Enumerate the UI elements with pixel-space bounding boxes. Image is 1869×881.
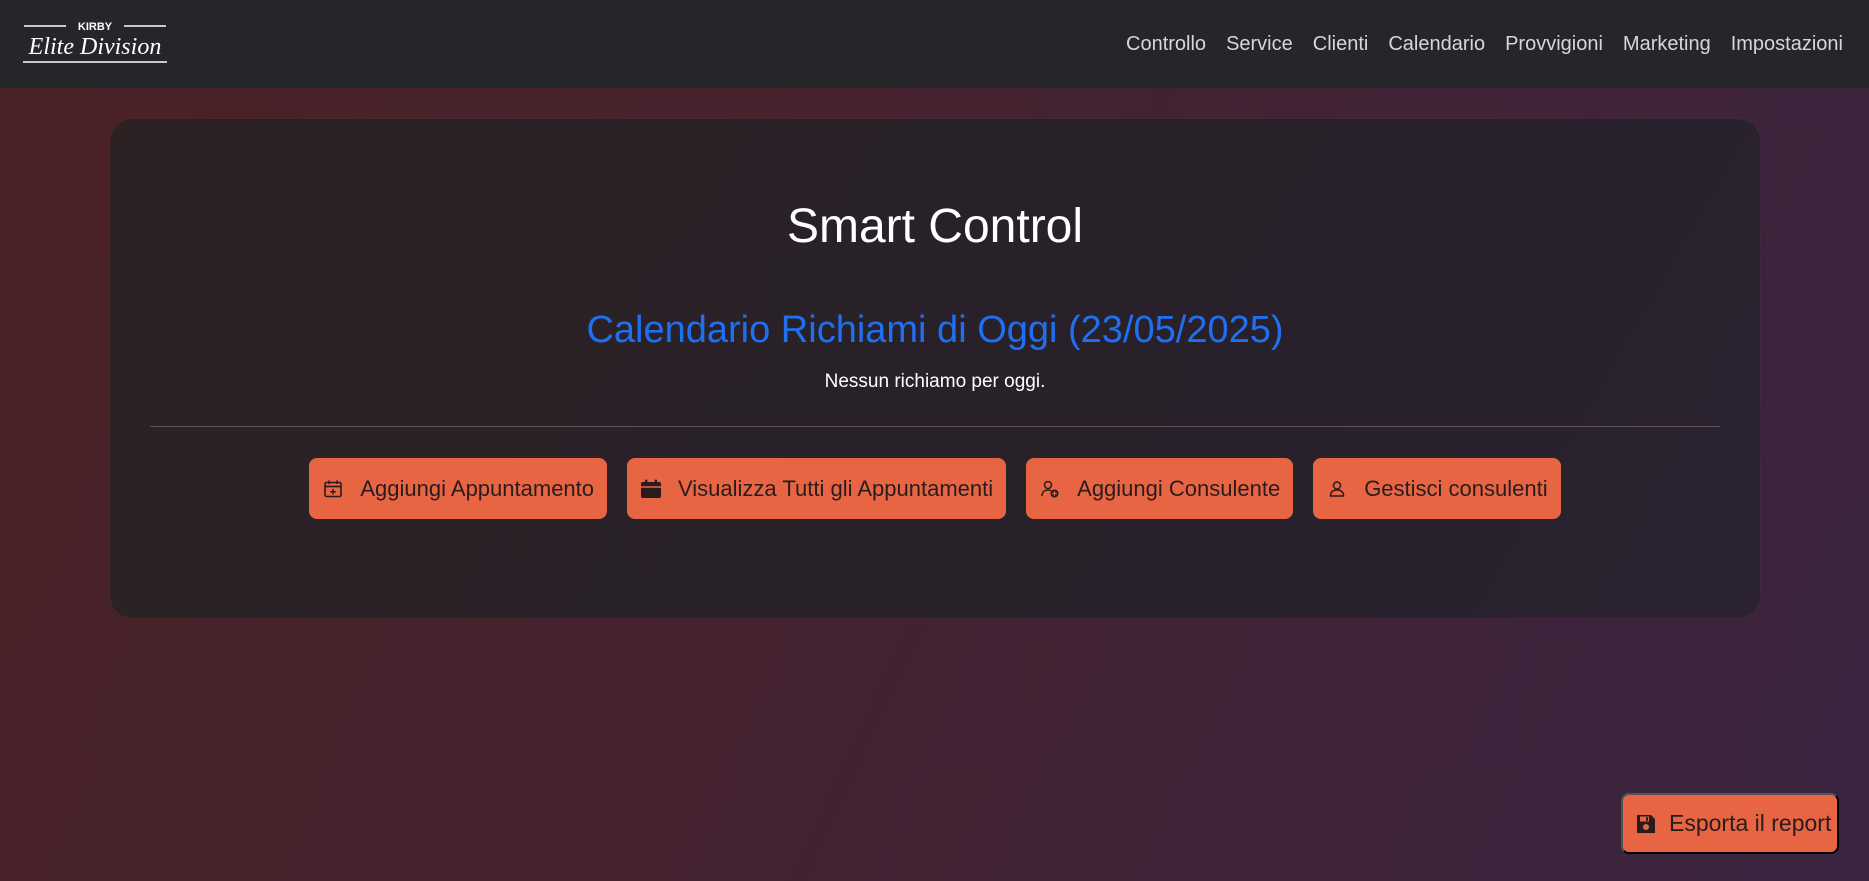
nav-menu: Controllo Service Clienti Calendario Pro… [1116, 0, 1843, 88]
nav-item-marketing[interactable]: Marketing [1613, 0, 1721, 88]
top-navbar: KIRBY Elite Division Controllo Service C… [0, 0, 1869, 88]
nav-item-controllo[interactable]: Controllo [1116, 0, 1216, 88]
export-report-button[interactable]: Esporta il report [1621, 793, 1839, 854]
nav-item-clienti[interactable]: Clienti [1303, 0, 1379, 88]
svg-text:KIRBY: KIRBY [78, 21, 113, 33]
calendar-icon [639, 477, 663, 501]
add-consultant-button[interactable]: Aggiungi Consulente [1026, 458, 1294, 519]
today-callbacks-heading: Calendario Richiami di Oggi (23/05/2025) [586, 309, 1284, 351]
svg-text:Elite Division: Elite Division [28, 34, 162, 60]
export-report-label: Esporta il report [1669, 810, 1832, 836]
add-appointment-label: Aggiungi Appuntamento [360, 475, 595, 501]
empty-callbacks-message: Nessun richiamo per oggi. [824, 371, 1046, 392]
manage-consultants-button[interactable]: Gestisci consulenti [1313, 458, 1561, 519]
nav-item-service[interactable]: Service [1216, 0, 1303, 88]
nav-item-provvigioni[interactable]: Provvigioni [1495, 0, 1613, 88]
manage-consultants-label: Gestisci consulenti [1364, 475, 1548, 501]
smart-control-card: Smart Control Calendario Richiami di Ogg… [110, 119, 1760, 618]
action-buttons: Aggiungi Appuntamento Visualizza Tutti g… [110, 458, 1760, 519]
nav-item-calendario[interactable]: Calendario [1378, 0, 1495, 88]
person-plus-icon [1038, 477, 1062, 501]
add-consultant-label: Aggiungi Consulente [1077, 475, 1281, 501]
page-title: Smart Control [786, 200, 1084, 253]
brand-logo[interactable]: KIRBY Elite Division [22, 20, 168, 68]
section-divider [150, 426, 1720, 427]
view-all-appointments-button[interactable]: Visualizza Tutti gli Appuntamenti [627, 458, 1007, 519]
view-all-appointments-label: Visualizza Tutti gli Appuntamenti [678, 475, 994, 501]
save-icon [1635, 812, 1657, 836]
add-appointment-button[interactable]: Aggiungi Appuntamento [309, 458, 608, 519]
nav-item-impostazioni[interactable]: Impostazioni [1721, 0, 1843, 88]
person-icon [1325, 477, 1349, 501]
calendar-plus-icon [321, 477, 345, 501]
